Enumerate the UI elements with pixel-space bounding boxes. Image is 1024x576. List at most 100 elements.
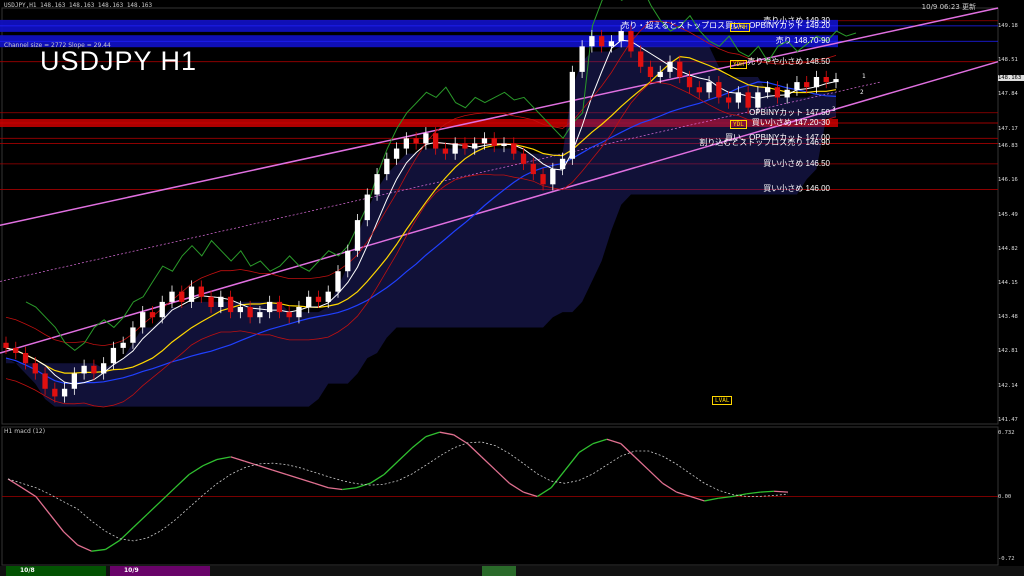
macd-signal (7, 441, 789, 542)
macd-line-segment (160, 487, 176, 502)
candle-body (774, 87, 781, 98)
price-tag: LVAL (712, 396, 733, 406)
macd-line-segment (132, 513, 148, 528)
candle-body (169, 291, 175, 302)
macd-line-segment (7, 478, 23, 489)
macd-tick: 0.00 (998, 493, 1012, 500)
candle-body (218, 296, 224, 307)
candle-body (540, 174, 546, 185)
candle-body (22, 353, 29, 364)
candle-body (638, 51, 644, 67)
macd-line-segment (690, 495, 705, 502)
candle-body (198, 286, 204, 297)
macd-line-segment (383, 460, 399, 475)
candle-body (686, 77, 693, 88)
candle-body (735, 92, 742, 103)
macd-line-segment (564, 452, 580, 471)
candle-body (403, 138, 410, 149)
price-tag: LVMH (730, 22, 751, 32)
macd-line-segment (620, 443, 636, 458)
candle-body (71, 373, 78, 389)
macd-line-segment (648, 469, 664, 484)
macd-line-segment (369, 473, 385, 484)
macd-line-segment (523, 491, 538, 498)
timeframe-tab[interactable]: 10/8 (20, 567, 35, 574)
candle-body (81, 365, 87, 374)
level-label: 売り・超えるとストップロス買い、OPBINYカット 149.20 (621, 20, 830, 30)
macd-line-segment (300, 478, 315, 484)
candle-body (110, 347, 117, 364)
candle-body (247, 307, 253, 318)
macd-line-segment (606, 438, 622, 445)
macd-line-segment (411, 436, 427, 449)
price-tick: 145.49 (998, 211, 1018, 218)
macd-line-segment (439, 431, 454, 436)
candle-body (100, 363, 107, 374)
price-tag: YDL (730, 120, 747, 130)
macd-line-segment (760, 490, 775, 493)
macd-line-segment (188, 465, 204, 476)
macd-tick: -0.72 (998, 556, 1015, 562)
candle-body (598, 36, 605, 47)
candle-body (159, 301, 165, 318)
level-label: 売りやや小さめ 148.50 (747, 56, 830, 66)
macd-line-segment (578, 443, 594, 454)
candle-body (696, 87, 702, 93)
candle-body (647, 66, 654, 77)
candle-body (227, 296, 234, 313)
price-tick: 144.15 (998, 280, 1018, 286)
price-tick: 141.47 (998, 416, 1018, 423)
macd-line-segment (467, 443, 483, 458)
candle-body (784, 89, 790, 98)
macd-line-segment (634, 456, 650, 471)
macd-line-segment (202, 458, 218, 467)
candle-body (413, 138, 419, 144)
symbol-title: USDJPY H1 (40, 46, 198, 76)
price-tick: 148.163 (998, 74, 1024, 81)
candle-body (91, 365, 97, 374)
candle-body (511, 143, 517, 154)
candle-body (61, 388, 68, 397)
macd-line-segment (453, 434, 468, 445)
candle-body (501, 143, 507, 146)
price-tick: 149.18 (998, 22, 1018, 29)
candle-body (628, 31, 634, 52)
timeframe-tab[interactable]: 10/9 (124, 567, 139, 574)
macd-line-segment (550, 469, 566, 489)
macd-line-segment (35, 496, 51, 515)
candle-body (149, 312, 156, 318)
macd-panel (1, 426, 999, 566)
candle-body (472, 143, 478, 149)
marker-label: 2 (860, 89, 864, 97)
candle-body (589, 36, 595, 47)
candle-body (423, 133, 429, 144)
level-label: 買い小さめ 146.00 (763, 184, 830, 194)
macd-line-segment (774, 490, 789, 493)
level-label: 買い小さめ 146.50 (763, 158, 830, 168)
macd-line-segment (509, 482, 524, 493)
macd-line-segment (91, 548, 106, 552)
macd-line-segment (397, 447, 413, 462)
candle-body (716, 82, 722, 98)
candle-body (52, 388, 58, 397)
candle-body (481, 138, 488, 144)
candle-body (813, 77, 820, 88)
candle-body (306, 296, 312, 307)
scroll-thumb (482, 566, 516, 576)
macd-line-segment (49, 513, 65, 533)
price-tick: 146.83 (998, 143, 1018, 150)
candle-body (179, 291, 185, 302)
candle-body (257, 312, 263, 318)
macd-line-segment (592, 438, 608, 445)
candle-body (208, 296, 214, 307)
candle-body (550, 169, 556, 185)
candle-body (32, 363, 38, 374)
level-label: 割り込むとストップロス売り 146.90 (699, 138, 830, 148)
candle-body (794, 82, 800, 90)
candle-body (266, 301, 273, 313)
candle-body (140, 312, 146, 328)
price-tick: 142.81 (998, 348, 1018, 355)
macd-line-segment (146, 500, 162, 515)
macd-line-segment (272, 469, 287, 476)
candle-body (569, 71, 576, 159)
